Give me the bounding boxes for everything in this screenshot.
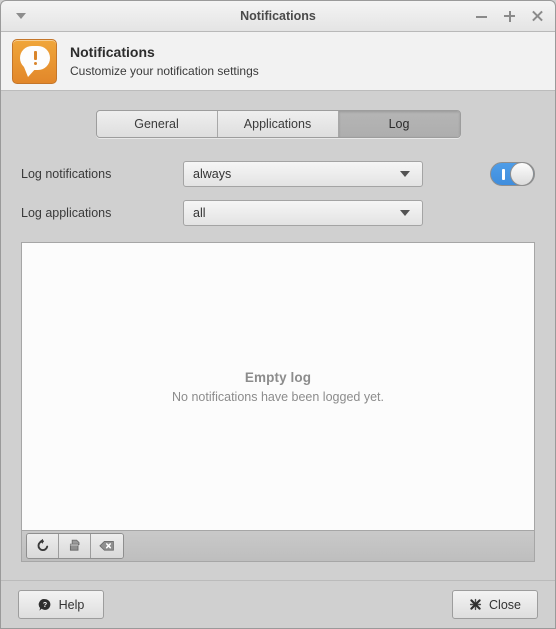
log-toolbar — [21, 530, 535, 562]
chevron-down-icon — [16, 13, 26, 19]
maximize-icon[interactable] — [502, 9, 517, 24]
toggle-on-mark-icon — [502, 169, 505, 180]
copy-icon — [69, 539, 79, 551]
refresh-icon — [37, 538, 48, 552]
chevron-down-icon — [400, 210, 410, 216]
log-toolbar-buttons — [26, 533, 124, 559]
help-button[interactable]: ? Help — [18, 590, 104, 619]
help-icon: ? — [38, 598, 51, 611]
log-notifications-value: always — [193, 167, 232, 181]
copy-button[interactable] — [59, 534, 91, 558]
tab-log-label: Log — [388, 117, 410, 131]
page-subtitle: Customize your notification settings — [70, 63, 259, 78]
log-notifications-label: Log notifications — [21, 167, 112, 181]
page-header: Notifications Customize your notificatio… — [1, 32, 555, 91]
notifications-settings-window: Notifications Notifications Customize yo… — [0, 0, 556, 629]
log-list-panel[interactable]: Empty log No notifications have been log… — [21, 242, 535, 530]
tab-general[interactable]: General — [96, 111, 218, 137]
empty-log-subtitle: No notifications have been logged yet. — [172, 389, 384, 404]
log-notifications-row: Log notifications always — [21, 161, 535, 187]
backspace-clear-icon — [99, 540, 114, 551]
close-button-label: Close — [489, 597, 521, 612]
window-title: Notifications — [240, 9, 316, 23]
tab-log[interactable]: Log — [338, 111, 460, 137]
header-text: Notifications Customize your notificatio… — [70, 44, 259, 79]
window-controls — [474, 9, 545, 24]
log-enabled-toggle[interactable] — [490, 162, 535, 186]
svg-text:?: ? — [43, 602, 47, 609]
log-settings-form: Log notifications always Log application… — [21, 161, 535, 239]
page-title: Notifications — [70, 43, 155, 60]
log-applications-row: Log applications all — [21, 200, 535, 226]
titlebar: Notifications — [1, 1, 555, 32]
notification-bubble-icon — [12, 38, 57, 84]
help-button-label: Help — [58, 597, 85, 612]
log-applications-value: all — [193, 206, 206, 220]
toggle-knob — [510, 162, 534, 186]
log-notifications-select[interactable]: always — [183, 161, 423, 187]
close-x-icon — [469, 598, 482, 611]
dialog-footer: ? Help Close — [1, 580, 555, 628]
empty-log-title: Empty log — [244, 369, 312, 385]
tab-bar: General Applications Log — [95, 110, 461, 138]
chevron-down-icon — [400, 171, 410, 177]
refresh-button[interactable] — [27, 534, 59, 558]
tab-general-label: General — [134, 117, 179, 131]
tab-applications-label: Applications — [243, 117, 312, 131]
log-applications-label: Log applications — [21, 206, 112, 220]
minimize-icon[interactable] — [474, 9, 489, 24]
close-icon[interactable] — [530, 9, 545, 24]
log-applications-select[interactable]: all — [183, 200, 423, 226]
tab-applications[interactable]: Applications — [217, 111, 339, 137]
close-button[interactable]: Close — [452, 590, 538, 619]
window-menu-button[interactable] — [7, 5, 35, 27]
main-content: General Applications Log Log notificatio… — [1, 91, 555, 580]
clear-button[interactable] — [91, 534, 123, 558]
